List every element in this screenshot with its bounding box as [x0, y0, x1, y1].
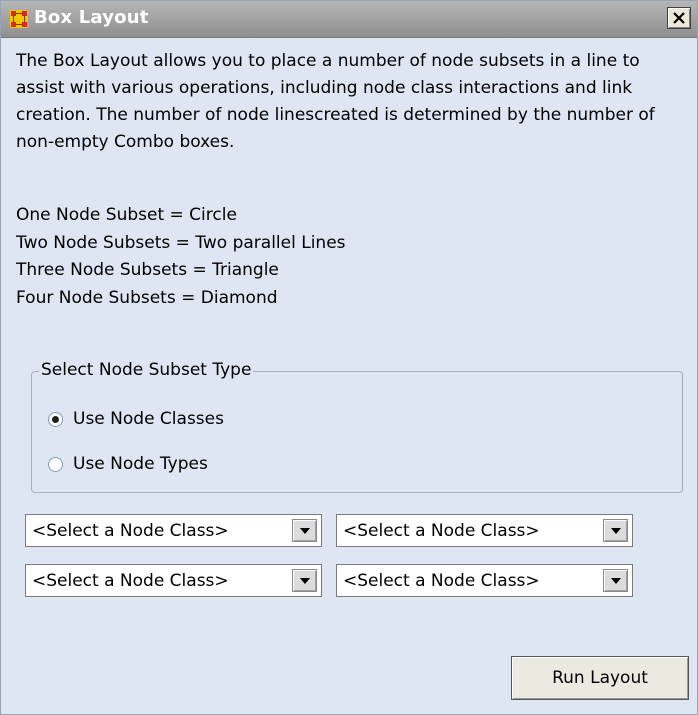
use-node-classes-option[interactable]: Use Node Classes: [48, 409, 224, 429]
subset-line: Two Node Subsets = Two parallel Lines: [16, 232, 346, 253]
chevron-down-icon[interactable]: [603, 569, 628, 592]
subset-line: One Node Subset = Circle: [16, 205, 237, 225]
combo-value: <Select a Node Class>: [343, 521, 540, 541]
title-bar[interactable]: Box Layout: [1, 1, 697, 38]
node-class-combo-2[interactable]: <Select a Node Class>: [336, 514, 633, 547]
chevron-down-icon[interactable]: [292, 569, 317, 592]
window-title: Box Layout: [34, 7, 149, 28]
combo-value: <Select a Node Class>: [343, 571, 540, 591]
node-class-combo-3[interactable]: <Select a Node Class>: [25, 564, 322, 597]
subset-shape-list: One Node Subset = Circle Two Node Subset…: [16, 202, 346, 312]
subset-type-groupbox: [31, 371, 683, 493]
use-node-types-radio[interactable]: [48, 456, 63, 472]
combo-value: <Select a Node Class>: [32, 521, 229, 541]
subset-line: Four Node Subsets = Diamond: [16, 287, 278, 308]
use-node-classes-label: Use Node Classes: [73, 409, 224, 429]
layout-description: The Box Layout allows you to place a num…: [16, 51, 655, 152]
use-node-types-option[interactable]: Use Node Types: [48, 454, 208, 474]
close-button[interactable]: [667, 7, 691, 29]
chevron-down-icon[interactable]: [603, 519, 628, 542]
chevron-down-icon[interactable]: [292, 519, 317, 542]
subset-type-group-label: Select Node Subset Type: [39, 360, 254, 380]
node-class-combo-1[interactable]: <Select a Node Class>: [25, 514, 322, 547]
node-class-combo-4[interactable]: <Select a Node Class>: [336, 564, 633, 597]
use-node-types-label: Use Node Types: [73, 454, 208, 474]
subset-line: Three Node Subsets = Triangle: [16, 260, 279, 280]
run-layout-button[interactable]: Run Layout: [511, 656, 689, 700]
box-layout-dialog: Box Layout The Box Layout allows you to …: [0, 0, 698, 715]
use-node-classes-radio[interactable]: [48, 411, 63, 427]
close-icon: [673, 9, 685, 28]
combo-value: <Select a Node Class>: [32, 571, 229, 591]
box-layout-icon: [10, 10, 28, 28]
